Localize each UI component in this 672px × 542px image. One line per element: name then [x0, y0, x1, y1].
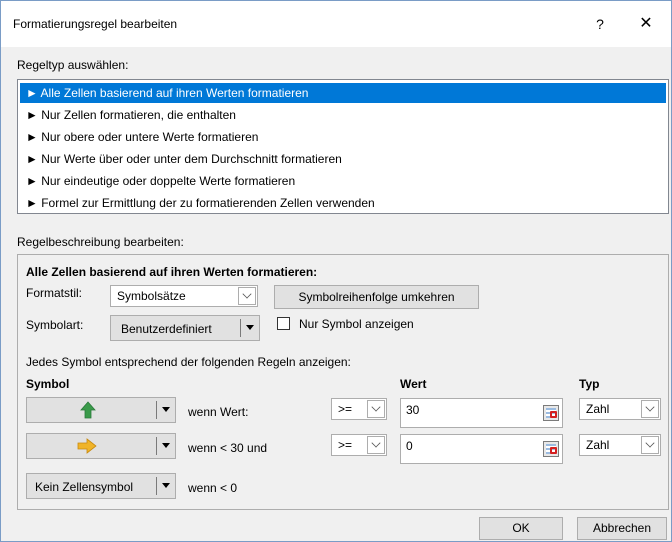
- help-button[interactable]: ?: [587, 11, 613, 37]
- icon-select-row-2[interactable]: [26, 433, 176, 459]
- chevron-down-icon[interactable]: [238, 287, 256, 305]
- ok-button[interactable]: OK: [479, 517, 563, 540]
- range-select-icon[interactable]: [543, 441, 559, 457]
- rule-type-item-formula[interactable]: ► Formel zur Ermittlung der zu formatier…: [20, 193, 666, 213]
- yellow-right-arrow-icon: [77, 438, 97, 454]
- value-row-1: 30: [406, 403, 420, 417]
- chevron-down-icon[interactable]: [367, 436, 385, 454]
- reverse-icon-order-button[interactable]: Symbolreihenfolge umkehren: [274, 285, 479, 309]
- rule-type-label: Regeltyp auswählen:: [17, 58, 129, 72]
- chevron-down-icon[interactable]: [641, 436, 659, 454]
- close-button[interactable]: ✕: [633, 11, 659, 37]
- chevron-down-icon[interactable]: [367, 400, 385, 418]
- operator-dropdown-row-2[interactable]: >=: [331, 434, 387, 456]
- rule-type-list[interactable]: ► Alle Zellen basierend auf ihren Werten…: [17, 79, 669, 214]
- value-input-row-1[interactable]: 30: [400, 398, 563, 428]
- range-select-icon[interactable]: [543, 405, 559, 421]
- show-icon-only-checkbox[interactable]: [277, 317, 290, 330]
- green-up-arrow-icon: [80, 401, 96, 419]
- icon-style-label: Symbolart:: [26, 318, 84, 332]
- description-panel: Alle Zellen basierend auf ihren Werten f…: [17, 254, 669, 510]
- value-row-2: 0: [406, 439, 413, 453]
- operator-value-row-1: >=: [338, 402, 353, 416]
- cancel-button[interactable]: Abbrechen: [577, 517, 667, 540]
- column-header-symbol: Symbol: [26, 377, 70, 391]
- description-heading: Alle Zellen basierend auf ihren Werten f…: [26, 265, 318, 279]
- condition-label-row-1: wenn Wert:: [188, 405, 249, 419]
- type-dropdown-row-2[interactable]: Zahl: [579, 434, 661, 456]
- dialog-window: Formatierungsregel bearbeiten ? ✕ Regelt…: [0, 0, 672, 542]
- format-style-label: Formatstil:: [26, 286, 83, 300]
- dropdown-arrow-icon[interactable]: [162, 443, 170, 448]
- icon-style-value: Benutzerdefiniert: [121, 322, 212, 336]
- description-label: Regelbeschreibung bearbeiten:: [17, 235, 184, 249]
- rule-type-item-all-cells[interactable]: ► Alle Zellen basierend auf ihren Werten…: [20, 83, 666, 103]
- type-value-row-1: Zahl: [586, 402, 610, 416]
- format-style-dropdown[interactable]: Symbolsätze: [110, 285, 258, 307]
- title-bar: Formatierungsregel bearbeiten ? ✕: [1, 1, 671, 47]
- dialog-title: Formatierungsregel bearbeiten: [13, 17, 178, 31]
- rule-type-item-contains[interactable]: ► Nur Zellen formatieren, die enthalten: [20, 105, 666, 125]
- column-header-type: Typ: [579, 377, 600, 391]
- condition-label-row-3: wenn < 0: [188, 481, 238, 495]
- icon-select-row-3[interactable]: Kein Zellensymbol: [26, 473, 176, 499]
- no-cell-icon-label: Kein Zellensymbol: [35, 480, 134, 494]
- condition-label-row-2: wenn < 30 und: [188, 441, 268, 455]
- rule-type-item-average[interactable]: ► Nur Werte über oder unter dem Durchsch…: [20, 149, 666, 169]
- rules-intro: Jedes Symbol entsprechend der folgenden …: [26, 355, 351, 369]
- type-dropdown-row-1[interactable]: Zahl: [579, 398, 661, 420]
- rule-type-item-unique-duplicate[interactable]: ► Nur eindeutige oder doppelte Werte for…: [20, 171, 666, 191]
- dropdown-arrow-icon[interactable]: [162, 483, 170, 488]
- operator-value-row-2: >=: [338, 438, 353, 452]
- icon-select-row-1[interactable]: [26, 397, 176, 423]
- chevron-down-icon[interactable]: [641, 400, 659, 418]
- dropdown-arrow-icon[interactable]: [246, 325, 254, 330]
- dropdown-arrow-icon[interactable]: [162, 407, 170, 412]
- column-header-value: Wert: [400, 377, 427, 391]
- type-value-row-2: Zahl: [586, 438, 610, 452]
- operator-dropdown-row-1[interactable]: >=: [331, 398, 387, 420]
- value-input-row-2[interactable]: 0: [400, 434, 563, 464]
- rule-type-item-top-bottom[interactable]: ► Nur obere oder untere Werte formatiere…: [20, 127, 666, 147]
- icon-style-dropdown[interactable]: Benutzerdefiniert: [110, 315, 260, 341]
- show-icon-only-label: Nur Symbol anzeigen: [299, 317, 414, 331]
- format-style-value: Symbolsätze: [117, 289, 186, 303]
